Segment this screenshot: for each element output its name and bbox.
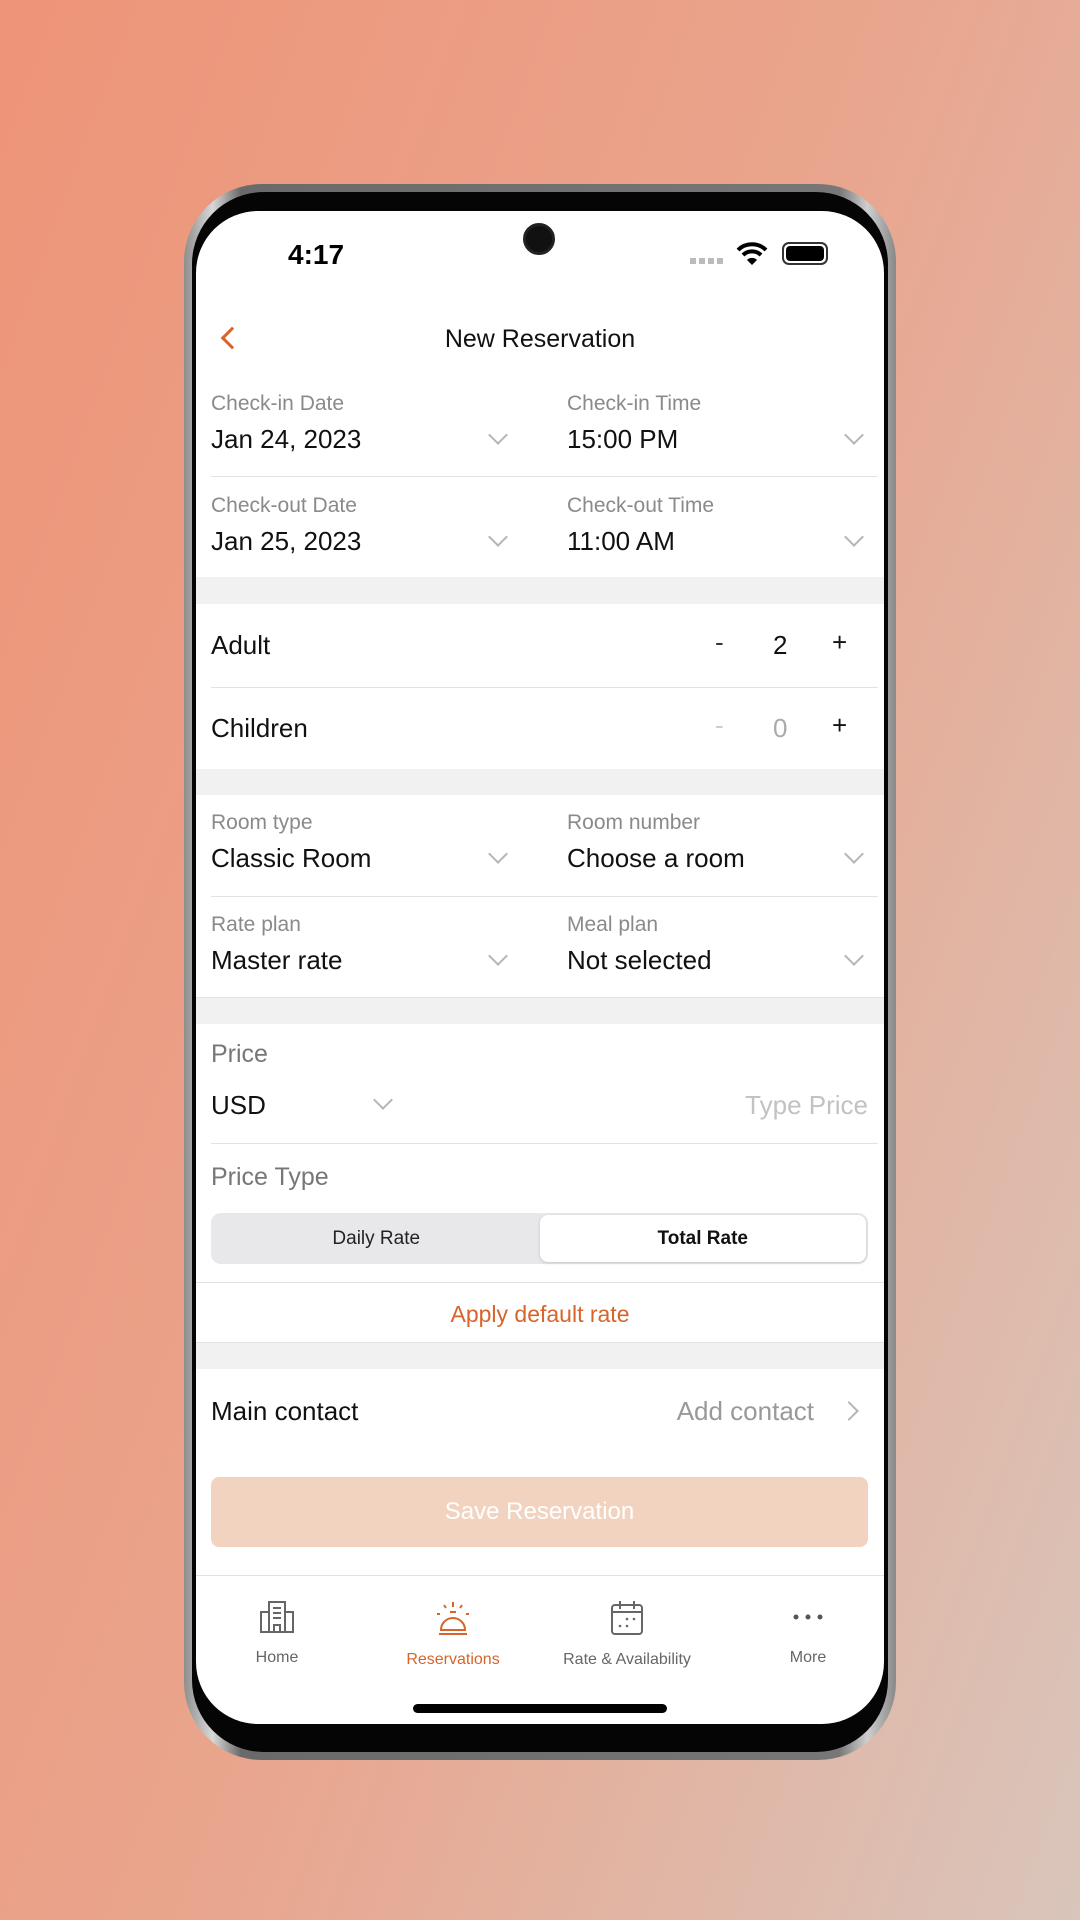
screen: 4:17 New Reservation Check-in Date Jan 2… — [196, 211, 884, 1724]
meal-plan-field[interactable]: Meal plan Not selected — [567, 913, 867, 993]
segment-total-rate[interactable]: Total Rate — [539, 1215, 866, 1262]
divider — [196, 1575, 884, 1576]
adult-label: Adult — [211, 630, 271, 660]
main-contact-label: Main contact — [211, 1396, 359, 1426]
price-type-label: Price Type — [211, 1163, 329, 1191]
segment-daily-rate[interactable]: Daily Rate — [213, 1215, 540, 1262]
checkout-date-value: Jan 25, 2023 — [211, 526, 362, 556]
room-type-label: Room type — [211, 811, 313, 834]
divider — [211, 1143, 878, 1144]
building-icon — [260, 1601, 294, 1633]
bell-icon — [437, 1602, 469, 1635]
tab-reservations[interactable]: Reservations — [368, 1600, 538, 1669]
divider — [211, 896, 878, 897]
children-decrement[interactable]: - — [715, 710, 724, 741]
add-contact-link: Add contact — [676, 1396, 814, 1426]
divider — [211, 687, 878, 688]
chevron-down-icon — [488, 844, 508, 864]
chevron-down-icon — [844, 425, 864, 445]
home-indicator[interactable] — [413, 1704, 667, 1713]
room-type-field[interactable]: Room type Classic Room — [211, 811, 551, 891]
tab-home[interactable]: Home — [196, 1600, 362, 1667]
divider — [211, 476, 878, 477]
checkout-time-value: 11:00 AM — [567, 526, 675, 556]
children-count: 0 — [773, 713, 788, 743]
chevron-down-icon — [373, 1090, 393, 1110]
checkin-date-value: Jan 24, 2023 — [211, 424, 362, 454]
checkin-time-value: 15:00 PM — [567, 424, 679, 454]
chevron-down-icon — [844, 527, 864, 547]
meal-plan-value: Not selected — [567, 945, 712, 975]
wifi-icon — [736, 242, 768, 265]
battery-icon — [782, 242, 828, 265]
rate-plan-field[interactable]: Rate plan Master rate — [211, 913, 551, 993]
children-increment[interactable]: + — [832, 710, 847, 741]
section-separator — [196, 997, 884, 1024]
checkout-date-label: Check-out Date — [211, 494, 357, 517]
tab-label: More — [789, 1649, 827, 1666]
children-label: Children — [211, 713, 308, 743]
rate-plan-label: Rate plan — [211, 913, 301, 936]
chevron-down-icon — [844, 946, 864, 966]
apply-default-rate-button[interactable]: Apply default rate — [196, 1301, 884, 1328]
section-separator — [196, 769, 884, 795]
chevron-down-icon — [844, 844, 864, 864]
price-label: Price — [211, 1040, 268, 1068]
camera — [523, 223, 555, 255]
save-reservation-button[interactable]: Save Reservation — [211, 1477, 868, 1547]
currency-select[interactable]: USD — [211, 1090, 266, 1121]
adult-increment[interactable]: + — [832, 627, 847, 658]
checkout-time-field[interactable]: Check-out Time 11:00 AM — [567, 494, 867, 574]
adult-decrement[interactable]: - — [715, 627, 724, 658]
chevron-down-icon — [488, 425, 508, 445]
checkin-time-field[interactable]: Check-in Time 15:00 PM — [567, 392, 867, 472]
divider — [196, 1282, 884, 1283]
section-separator — [196, 1342, 884, 1369]
tab-more[interactable]: More — [723, 1600, 884, 1667]
room-type-value: Classic Room — [211, 843, 372, 873]
tab-label: Rate & Availability — [563, 1651, 691, 1668]
status-time: 4:17 — [288, 239, 345, 270]
tab-label: Reservations — [406, 1651, 500, 1668]
section-separator — [196, 577, 884, 604]
price-input[interactable]: Type Price — [745, 1090, 868, 1121]
checkin-date-label: Check-in Date — [211, 392, 345, 415]
checkin-date-field[interactable]: Check-in Date Jan 24, 2023 — [211, 392, 551, 472]
page-title: New Reservation — [444, 325, 636, 353]
room-number-label: Room number — [567, 811, 701, 834]
calendar-icon — [611, 1601, 643, 1635]
checkout-time-label: Check-out Time — [567, 494, 715, 517]
adult-count: 2 — [773, 630, 788, 660]
room-number-field[interactable]: Room number Choose a room — [567, 811, 867, 891]
chevron-down-icon — [488, 946, 508, 966]
meal-plan-label: Meal plan — [567, 913, 659, 936]
main-contact-row[interactable]: Main contact Add contact — [196, 1376, 884, 1446]
rate-plan-value: Master rate — [211, 945, 343, 975]
chevron-down-icon — [488, 527, 508, 547]
chevron-right-icon — [839, 1401, 859, 1421]
tab-rate-availability[interactable]: Rate & Availability — [532, 1600, 722, 1669]
more-icon — [793, 1614, 823, 1620]
checkin-time-label: Check-in Time — [567, 392, 702, 415]
signal-icon — [690, 258, 723, 264]
checkout-date-field[interactable]: Check-out Date Jan 25, 2023 — [211, 494, 551, 574]
room-number-value: Choose a room — [567, 843, 745, 873]
tab-label: Home — [255, 1649, 299, 1666]
price-type-segmented: Daily Rate Total Rate — [211, 1213, 868, 1264]
